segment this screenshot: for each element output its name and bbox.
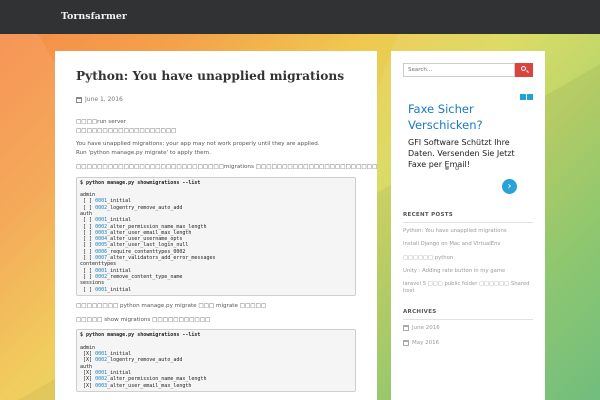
calendar-icon [403, 324, 409, 331]
code-line: [X] 0002_logentry_remove_auto_add [80, 357, 183, 364]
code-line: [ ] 0006_require_contenttypes_0002 [80, 248, 186, 255]
code-line: admin [80, 344, 96, 351]
code-line: [ ] 0002_logentry_remove_auto_add [80, 204, 183, 211]
post-title[interactable]: Python: You have unapplied migrations [76, 69, 356, 83]
code-line: [ ] 0002_remove_content_type_name [80, 273, 183, 280]
recent-post-link[interactable]: laravel 5 □□□ public folder □□□□□□ Share… [403, 281, 533, 295]
search-button[interactable] [515, 63, 533, 77]
archives-list: June 2016 May 2016 [403, 324, 533, 346]
carousel-dot[interactable] [455, 166, 459, 170]
code-line: [ ] 0007_alter_validators_add_error_mess… [80, 255, 216, 262]
sidebar: Faxe Sicher Verschicken? GFI Software Sc… [391, 51, 545, 400]
adchoices-icon[interactable] [520, 94, 533, 100]
recent-post-link[interactable]: Python: You have unapplied migrations [403, 228, 533, 235]
calendar-icon [76, 96, 82, 103]
chevron-right-icon[interactable]: › [502, 179, 517, 194]
ad-banner[interactable]: Faxe Sicher Verschicken? GFI Software Sc… [403, 94, 533, 198]
code-line: [ ] 0004_alter_user_username_opts [80, 236, 183, 243]
code-block: $ python manage.py showmigrations --list… [76, 329, 356, 392]
code-line: contenttypes [80, 261, 117, 268]
recent-post-link[interactable]: Unity : Adding rate button in my game [403, 268, 533, 275]
archive-link[interactable]: May 2016 [403, 339, 533, 346]
code-line: [ ] 0001_initial [80, 286, 132, 293]
code-line: admin [80, 192, 96, 199]
calendar-icon [403, 339, 409, 346]
code-output: admin [X] 0001_initial [X] 0002_logentry… [80, 345, 206, 389]
code-line: [ ] 0001_initial [80, 267, 132, 274]
code-output: admin [ ] 0001_initial [ ] 0002_logentry… [80, 192, 215, 292]
top-navbar: Tornsfarmer [0, 0, 600, 34]
code-line: [ ] 0005_alter_user_last_login_null [80, 242, 189, 249]
recent-posts-title: RECENT POSTS [403, 212, 454, 218]
recent-post-link[interactable]: □□□□□□ python [403, 255, 533, 262]
ad-carousel-dots [445, 166, 459, 170]
code-line: auth [80, 363, 93, 370]
code-command: $ python manage.py showmigrations --list [80, 332, 201, 339]
code-line: [X] 0001_initial [80, 351, 132, 358]
post-paragraph: □□□□run server □□□□□□□□□□□□□□□□□□□ [76, 119, 177, 134]
archive-link[interactable]: June 2016 [403, 324, 533, 331]
search-input[interactable] [403, 63, 515, 77]
ad-headline[interactable]: Faxe Sicher Verschicken? [408, 101, 483, 133]
post-article: Python: You have unapplied migrations Ju… [55, 51, 377, 400]
code-line: [X] 0003_alter_user_email_max_length [80, 382, 192, 389]
divider [403, 222, 533, 223]
code-line: [ ] 0002_alter_permission_name_max_lengt… [80, 223, 207, 230]
post-paragraph: □□□□□□□□ python manage.py migrate □□□ mi… [76, 302, 267, 309]
code-line: [ ] 0003_alter_user_email_max_length [80, 229, 192, 236]
post-meta: June 1, 2016 [76, 96, 356, 103]
post-paragraph: □□□□□ show migrations □□□□□□□□□□□ [76, 316, 211, 323]
archives-title: ARCHIVES [403, 308, 437, 315]
code-line: [X] 0001_initial [80, 370, 132, 377]
carousel-dot-active[interactable] [445, 166, 449, 170]
site-brand[interactable]: Tornsfarmer [61, 11, 127, 22]
code-line: [ ] 0001_initial [80, 198, 132, 205]
post-paragraph: You have unapplied migrations; your app … [76, 141, 320, 157]
code-line: auth [80, 211, 93, 217]
code-command: $ python manage.py showmigrations --list [80, 179, 201, 186]
code-line: [ ] 0001_initial [80, 217, 132, 224]
recent-posts-list: Python: You have unapplied migrations In… [403, 228, 533, 295]
divider [403, 318, 533, 320]
code-block: $ python manage.py showmigrations --list… [76, 176, 356, 296]
search-form [403, 63, 533, 77]
recent-post-link[interactable]: Install Django on Mac and VirtualEnv [403, 241, 533, 248]
ad-body-text[interactable]: GFI Software Schützt Ihre Daten. Versend… [408, 137, 515, 170]
post-date[interactable]: June 1, 2016 [85, 96, 123, 103]
post-paragraph: □□□□□□□□□□□□□□□□□□□□□□□□□□□□migrations □… [76, 163, 377, 170]
code-line: sessions [80, 280, 105, 287]
code-line: [X] 0002_alter_permission_name_max_lengt… [80, 376, 207, 383]
